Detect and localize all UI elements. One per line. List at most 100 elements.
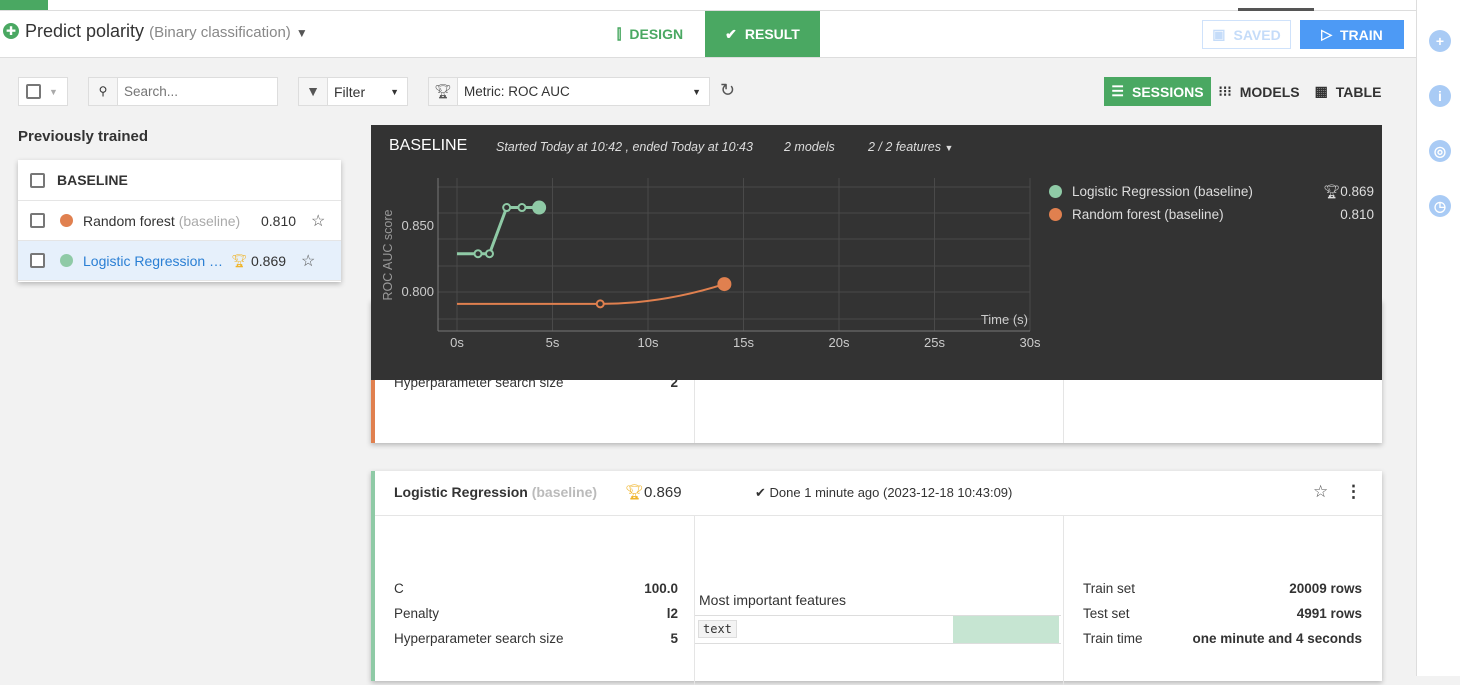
saved-button[interactable]: ▣ SAVED bbox=[1202, 20, 1291, 49]
more-menu-icon[interactable]: ⋮ bbox=[1345, 482, 1362, 502]
search-input[interactable] bbox=[124, 84, 274, 99]
header: ✚ Predict polarity (Binary classificatio… bbox=[0, 11, 1416, 58]
legend-score: 0.869 bbox=[1340, 184, 1374, 199]
tab-label: DESIGN bbox=[629, 26, 684, 42]
checkbox[interactable] bbox=[30, 213, 45, 228]
divider bbox=[375, 515, 1382, 516]
check-icon: ✔ bbox=[755, 485, 766, 500]
trophy-icon: 🏆︎ bbox=[429, 78, 458, 105]
model-tag: (baseline) bbox=[178, 212, 241, 229]
data-point bbox=[517, 203, 527, 213]
home-tab-indicator[interactable] bbox=[0, 0, 48, 10]
kv-value: 5 bbox=[670, 631, 678, 646]
analysis-title[interactable]: Predict polarity (Binary classification)… bbox=[25, 21, 308, 42]
model-name-text: Random forest bbox=[83, 212, 175, 229]
star-icon[interactable]: ☆ bbox=[311, 211, 325, 231]
model-color-dot bbox=[60, 254, 73, 267]
view-models[interactable]: ⁝⁝⁝ MODELS bbox=[1216, 77, 1302, 106]
view-table[interactable]: ▦ TABLE bbox=[1312, 77, 1384, 106]
kv-row: Test set 4991 rows bbox=[1083, 601, 1362, 626]
x-tick-label: 20s bbox=[829, 335, 850, 350]
model-card-logistic-regression[interactable]: Logistic Regression (baseline) 🏆︎0.869 ✔… bbox=[371, 471, 1382, 685]
result-badge-icon: ✔ bbox=[725, 25, 737, 42]
table-icon: ▦ bbox=[1314, 83, 1328, 99]
metric-dropdown[interactable]: 🏆︎ Metric: ROC AUC ▼ bbox=[428, 77, 710, 106]
chart-legend: Logistic Regression (baseline) 🏆︎ 0.869 Ran… bbox=[1049, 180, 1374, 226]
discussion-icon[interactable]: ◎ bbox=[1429, 140, 1451, 162]
x-tick-label: 5s bbox=[546, 335, 560, 350]
kv-label: Train time bbox=[1083, 631, 1143, 646]
series-line bbox=[457, 206, 540, 256]
select-all-dropdown[interactable]: ▼ bbox=[18, 77, 68, 106]
checkbox[interactable] bbox=[30, 253, 45, 268]
model-status: ✔ Done 1 minute ago (2023-12-18 10:43:09… bbox=[755, 485, 1012, 501]
model-name[interactable]: Random forest (baseline) bbox=[83, 213, 241, 229]
y-tick-label: 0.850 bbox=[401, 218, 434, 233]
star-icon[interactable]: ☆ bbox=[1313, 482, 1328, 502]
data-point bbox=[717, 277, 732, 292]
refresh-icon[interactable]: ↻ bbox=[720, 80, 735, 101]
legend-label: Random forest (baseline) bbox=[1072, 207, 1224, 222]
saved-label: SAVED bbox=[1233, 26, 1281, 43]
trophy-icon: 🏆︎ bbox=[1323, 183, 1341, 199]
model-row[interactable]: Logistic Regression … 🏆︎ 0.869 ☆ bbox=[18, 241, 341, 281]
legend-score: 0.810 bbox=[1340, 207, 1374, 222]
checkbox[interactable] bbox=[26, 84, 41, 99]
status-text: Done 1 minute ago (2023-12-18 10:43:09) bbox=[769, 485, 1013, 500]
info-icon[interactable]: i bbox=[1429, 85, 1451, 107]
legend-item[interactable]: Logistic Regression (baseline) 🏆︎ 0.869 bbox=[1049, 180, 1374, 203]
right-sidebar: + i ◎ ◷ bbox=[1416, 0, 1460, 676]
view-label: TABLE bbox=[1335, 83, 1382, 100]
view-sessions[interactable]: ☰ SESSIONS bbox=[1104, 77, 1211, 106]
x-axis-label: Time (s) bbox=[981, 312, 1028, 327]
model-row[interactable]: Random forest (baseline) 0.810 ☆ bbox=[18, 201, 341, 241]
top-strip bbox=[0, 0, 1416, 11]
kv-label: Train set bbox=[1083, 581, 1136, 596]
trophy-icon: 🏆︎ bbox=[231, 252, 248, 268]
caret-down-icon: ▼ bbox=[295, 26, 308, 40]
features-title: Most important features bbox=[699, 592, 847, 608]
roc-chart: 0s 5s 10s 15s 20s 25s 30s 0.800 0.850 ROC AUC sco… bbox=[381, 178, 1041, 350]
flask-icon: ⫿ bbox=[616, 25, 622, 42]
model-score: 🏆︎0.869 bbox=[625, 483, 682, 501]
info-list: Train set 20009 rows Test set 4991 rows Trai… bbox=[1083, 576, 1362, 651]
python-icon: ✚ bbox=[3, 23, 19, 39]
tab-result[interactable]: ✔ RESULT bbox=[705, 11, 820, 57]
caret-down-icon: ▼ bbox=[692, 86, 701, 97]
model-name[interactable]: Logistic Regression … bbox=[83, 253, 231, 269]
filter-dropdown[interactable]: ▼ Filter ▼ bbox=[298, 77, 408, 106]
data-point bbox=[595, 299, 605, 309]
metric-label: Metric: ROC AUC bbox=[464, 84, 570, 99]
tab-design[interactable]: ⫿ DESIGN bbox=[596, 11, 704, 57]
x-tick-label: 10s bbox=[638, 335, 659, 350]
model-name[interactable]: Logistic Regression (baseline) bbox=[394, 484, 597, 500]
kv-row: C 100.0 bbox=[394, 576, 678, 601]
kv-value: one minute and 4 seconds bbox=[1192, 631, 1362, 646]
list-icon: ☰ bbox=[1111, 83, 1124, 99]
view-label: SESSIONS bbox=[1131, 83, 1204, 100]
checkbox[interactable] bbox=[30, 172, 45, 188]
star-icon[interactable]: ☆ bbox=[301, 251, 315, 271]
model-name-text: Logistic Regression … bbox=[83, 252, 224, 269]
history-icon[interactable]: ◷ bbox=[1429, 195, 1451, 217]
kv-label: Test set bbox=[1083, 606, 1130, 621]
plus-icon[interactable]: + bbox=[1429, 30, 1451, 52]
kv-row: Train time one minute and 4 seconds bbox=[1083, 626, 1362, 651]
filter-icon: ▼ bbox=[299, 78, 328, 105]
kv-label: Hyperparameter search size bbox=[394, 631, 564, 646]
kv-label: Penalty bbox=[394, 606, 440, 621]
session-list: BASELINE Random forest (baseline) 0.810 … bbox=[18, 160, 341, 282]
session-header[interactable]: BASELINE bbox=[18, 160, 341, 201]
y-tick-label: 0.800 bbox=[401, 284, 434, 299]
train-button[interactable]: ▷ TRAIN bbox=[1300, 20, 1404, 49]
x-tick-label: 30s bbox=[1020, 335, 1041, 350]
model-score: 0.810 bbox=[261, 212, 297, 229]
caret-down-icon: ▼ bbox=[390, 86, 399, 97]
kv-value: 20009 rows bbox=[1289, 581, 1362, 596]
data-point bbox=[473, 249, 483, 259]
search-box[interactable]: ⚲ bbox=[88, 77, 278, 106]
legend-item[interactable]: Random forest (baseline) 0.810 bbox=[1049, 203, 1374, 226]
x-tick-label: 15s bbox=[733, 335, 754, 350]
kv-label: C bbox=[394, 581, 404, 596]
divider bbox=[694, 515, 695, 685]
